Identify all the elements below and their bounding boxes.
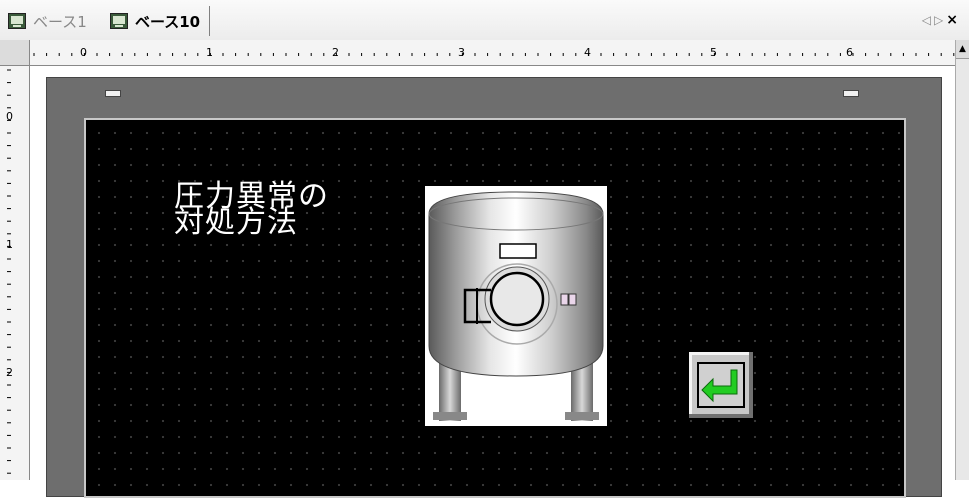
return-button[interactable] <box>689 352 753 418</box>
tab-divider <box>209 6 210 36</box>
vertical-scrollbar[interactable]: ▲ <box>955 40 969 480</box>
ruler-label: 2 <box>6 366 13 379</box>
frame-slot-left <box>105 90 121 97</box>
tab-label: ベース10 <box>135 12 201 31</box>
chevron-right-icon[interactable]: ▷ <box>934 13 946 27</box>
ruler-label: 0 <box>80 46 87 59</box>
horizontal-ruler: 0 1 2 3 4 5 6 <box>30 40 955 66</box>
screen-doc-icon <box>8 13 26 29</box>
screen-title-text[interactable]: 圧力異常の 対処方法 <box>174 182 329 238</box>
scroll-up-arrow-icon[interactable]: ▲ <box>956 40 969 59</box>
frame-slot-right <box>843 90 859 97</box>
tab-base-10[interactable]: ベース10 <box>110 6 200 36</box>
ruler-label: 1 <box>206 46 213 59</box>
ruler-ticks <box>33 53 955 56</box>
tank-part[interactable] <box>425 186 607 426</box>
return-arrow-icon <box>689 352 753 418</box>
device-frame: 圧力異常の 対処方法 <box>46 77 942 498</box>
ruler-label: 3 <box>458 46 465 59</box>
ruler-label: 2 <box>332 46 339 59</box>
ruler-label: 5 <box>710 46 717 59</box>
screen-doc-icon <box>110 13 128 29</box>
editor-canvas[interactable]: 圧力異常の 対処方法 <box>30 66 955 498</box>
ruler-label: 4 <box>584 46 591 59</box>
ruler-corner <box>0 40 30 66</box>
ruler-ticks <box>7 69 11 474</box>
tab-bar: ベース1 ベース10 ◁▷× <box>0 0 969 41</box>
tab-nav: ◁▷× <box>922 12 961 28</box>
tab-base-1[interactable]: ベース1 <box>8 6 87 36</box>
ruler-label: 6 <box>846 46 853 59</box>
pressure-tank-icon <box>428 191 604 421</box>
ruler-label: 1 <box>6 238 13 251</box>
close-icon[interactable]: × <box>946 12 961 28</box>
chevron-left-icon[interactable]: ◁ <box>922 13 934 27</box>
tab-label: ベース1 <box>33 12 87 31</box>
vertical-ruler: 0 1 2 <box>0 66 30 480</box>
ruler-label: 0 <box>6 110 13 123</box>
hmi-screen[interactable]: 圧力異常の 対処方法 <box>84 118 906 498</box>
